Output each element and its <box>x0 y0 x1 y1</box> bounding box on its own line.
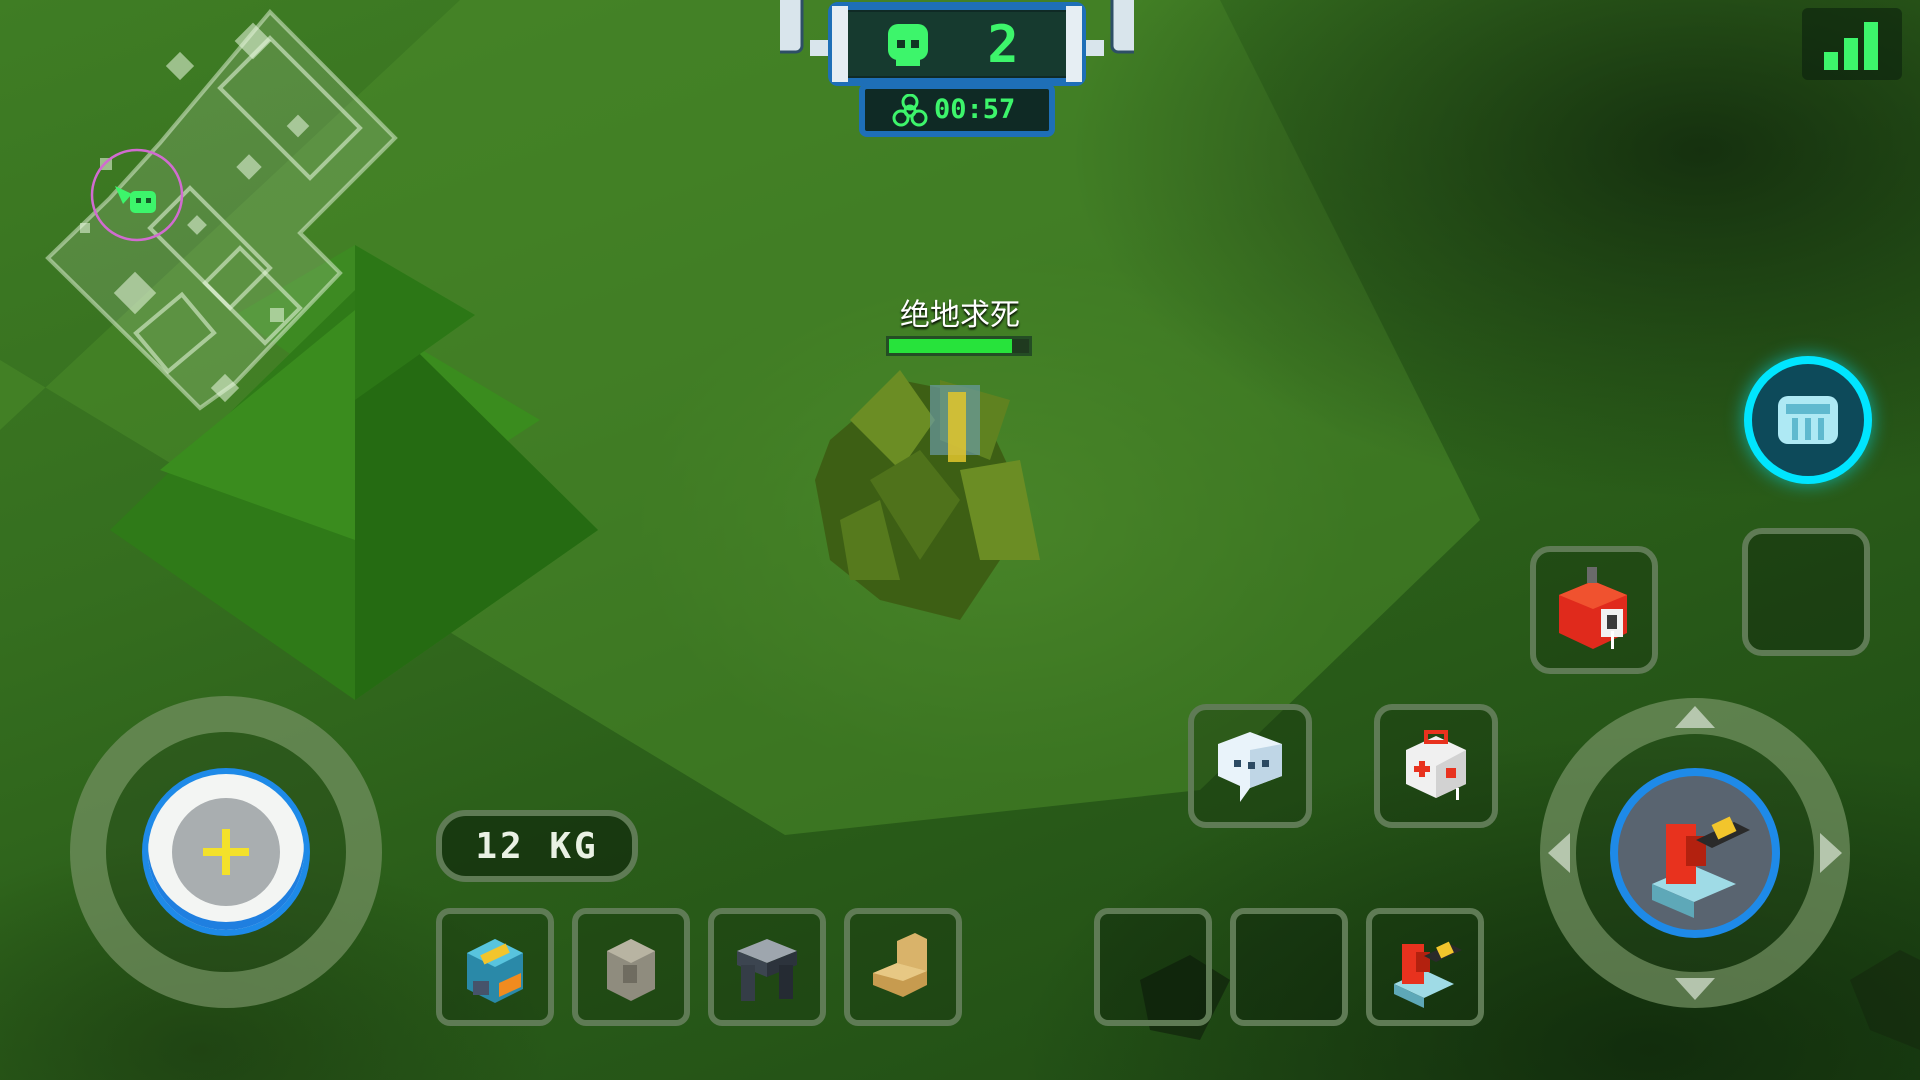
medkit-button[interactable] <box>1374 704 1498 828</box>
backpack-icon <box>467 939 523 1003</box>
carry-weight: 12 KG <box>436 810 638 882</box>
joystick-knob[interactable] <box>148 774 304 930</box>
movement-joystick-icon <box>203 829 249 875</box>
armor-skill-icon <box>1778 396 1838 444</box>
signal-panel <box>1802 8 1902 80</box>
chat-button[interactable] <box>1188 704 1312 828</box>
fire-joystick[interactable] <box>1540 698 1850 1008</box>
player-health-bar <box>886 336 1032 356</box>
boots-icon <box>873 933 927 997</box>
weapon-slot-1[interactable] <box>1094 908 1212 1026</box>
pants-icon <box>737 939 797 1001</box>
skill-slot-empty[interactable] <box>1742 528 1870 656</box>
alive-count: 2 <box>987 15 1019 75</box>
top-status-panel: 2 00:57 <box>780 0 1134 137</box>
skull-icon <box>888 24 928 66</box>
equipment-slot-boots[interactable] <box>844 908 962 1026</box>
vest-icon <box>607 939 655 1001</box>
medkit-icon <box>1406 730 1466 800</box>
flamethrower-icon <box>1394 941 1462 1008</box>
biohazard-icon <box>892 94 928 127</box>
fire-button[interactable] <box>1610 768 1780 938</box>
equipment-slot-backpack[interactable] <box>436 908 554 1026</box>
match-timer: 00:57 <box>934 94 1016 125</box>
fire-weapon-icon <box>1652 816 1750 918</box>
player-name: 绝地求死 <box>900 298 1020 333</box>
movement-joystick[interactable] <box>70 696 382 1008</box>
equipment-slot-pants[interactable] <box>708 908 826 1026</box>
armor-skill-button[interactable] <box>1744 356 1872 484</box>
weapon-slot-3[interactable] <box>1366 908 1484 1026</box>
equipment-slot-vest[interactable] <box>572 908 690 1026</box>
chat-bubble-icon <box>1218 732 1282 802</box>
time-bomb-icon <box>1559 567 1627 649</box>
signal-strength-icon <box>1824 22 1878 70</box>
player-health-fill <box>889 339 1013 353</box>
minimap[interactable] <box>40 8 420 478</box>
weapon-slot-2[interactable] <box>1230 908 1348 1026</box>
grenade-button[interactable] <box>1530 546 1658 674</box>
